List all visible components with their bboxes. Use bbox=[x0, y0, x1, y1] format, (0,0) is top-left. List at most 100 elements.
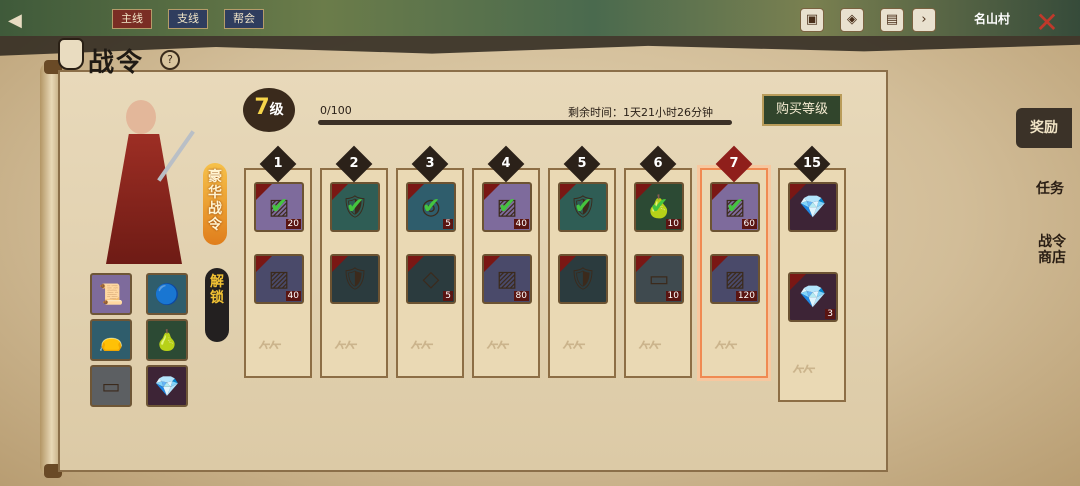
banner-icon bbox=[58, 38, 84, 70]
level-marker-number: 15 bbox=[802, 156, 822, 171]
ingot-icon[interactable]: ▭ bbox=[90, 365, 132, 407]
crystal-icon[interactable]: 💎 bbox=[146, 365, 188, 407]
top-game-strip: ◀ 主线 支线 帮会 ▣ ◈ ▤ › 名山村 ✕ bbox=[0, 0, 1080, 37]
chevron-right-icon[interactable]: › bbox=[912, 8, 936, 32]
level-marker-number: 2 bbox=[349, 156, 359, 171]
reward-column: ▨ ✔ 20 ▨ 40 ⺮ bbox=[244, 168, 312, 378]
tab-main-quest[interactable]: 主线 bbox=[112, 9, 152, 29]
premium-reward-slot[interactable]: 🛡 bbox=[330, 254, 380, 304]
reward-quantity: 5 bbox=[443, 219, 453, 229]
amulet-icon[interactable]: 🔵 bbox=[146, 273, 188, 315]
level-marker: 5 bbox=[563, 145, 601, 183]
page-title: 战令 bbox=[88, 48, 145, 78]
pouch-icon[interactable]: 👝 bbox=[90, 319, 132, 361]
free-reward-slot[interactable]: ◎ ✔ 5 bbox=[406, 182, 456, 232]
bound-tag bbox=[560, 256, 576, 272]
bamboo-decoration: ⺮ bbox=[792, 363, 816, 391]
check-icon: ✔ bbox=[574, 194, 593, 219]
level-marker: 7 bbox=[715, 145, 753, 183]
luxury-pass-badge[interactable]: 豪华战令 bbox=[203, 163, 227, 245]
premium-reward-slot[interactable]: 🛡 bbox=[558, 254, 608, 304]
bamboo-decoration: ⺮ bbox=[258, 339, 282, 367]
level-unit: 级 bbox=[269, 102, 284, 118]
bamboo-decoration: ⺮ bbox=[714, 339, 738, 367]
premium-reward-slot[interactable]: ▨ 120 bbox=[710, 254, 760, 304]
premium-reward-slot[interactable]: ▨ 80 bbox=[482, 254, 532, 304]
reward-quantity: 10 bbox=[665, 219, 681, 229]
level-marker: 15 bbox=[793, 145, 831, 183]
level-marker-number: 7 bbox=[729, 156, 739, 171]
level-marker-number: 4 bbox=[501, 156, 511, 171]
premium-reward-slot[interactable]: ◇ 5 bbox=[406, 254, 456, 304]
reward-quantity: 40 bbox=[285, 291, 301, 301]
check-icon: ✔ bbox=[726, 194, 745, 219]
bound-tag bbox=[256, 256, 272, 272]
scroll-icon[interactable]: 📜 bbox=[90, 273, 132, 315]
check-icon: ✔ bbox=[498, 194, 517, 219]
reward-column: ▨ ✔ 60 ▨ 120 ⺮ bbox=[700, 168, 768, 378]
reward-quantity: 20 bbox=[285, 219, 301, 229]
bound-tag bbox=[790, 274, 806, 290]
reward-column: ▨ ✔ 40 ▨ 80 ⺮ bbox=[472, 168, 540, 378]
back-arrow-icon[interactable]: ◀ bbox=[8, 10, 22, 31]
shop-icon[interactable]: ▣ bbox=[800, 8, 824, 32]
tab-tasks[interactable]: 任务 bbox=[1020, 178, 1080, 198]
level-marker-number: 6 bbox=[653, 156, 663, 171]
bound-tag bbox=[332, 256, 348, 272]
scroll-menu-icon[interactable]: ▤ bbox=[880, 8, 904, 32]
level-marker: 3 bbox=[411, 145, 449, 183]
unlock-button[interactable]: 解锁 bbox=[205, 268, 229, 342]
level-marker: 1 bbox=[259, 145, 297, 183]
check-icon: ✔ bbox=[346, 194, 365, 219]
reward-quantity: 10 bbox=[665, 291, 681, 301]
free-reward-slot[interactable]: ▨ ✔ 20 bbox=[254, 182, 304, 232]
reward-column: 🍐 ✔ 10 ▭ 10 ⺮ bbox=[624, 168, 692, 378]
reward-column: 🛡 ✔ 🛡 ⺮ bbox=[548, 168, 616, 378]
tab-rewards[interactable]: 奖励 bbox=[1016, 108, 1072, 148]
progress-bar bbox=[318, 120, 732, 125]
tab-side-quest[interactable]: 支线 bbox=[168, 9, 208, 29]
free-reward-slot[interactable]: 🍐 ✔ 10 bbox=[634, 182, 684, 232]
premium-reward-slot[interactable]: ▨ 40 bbox=[254, 254, 304, 304]
gourd-icon[interactable]: 🍐 bbox=[146, 319, 188, 361]
bamboo-decoration: ⺮ bbox=[334, 339, 358, 367]
progress-text: 0/100 bbox=[320, 104, 352, 117]
close-icon[interactable]: ✕ bbox=[1034, 9, 1060, 37]
check-icon: ✔ bbox=[270, 194, 289, 219]
bag-icon[interactable]: ◈ bbox=[840, 8, 864, 32]
level-marker-number: 5 bbox=[577, 156, 587, 171]
free-reward-slot[interactable]: 🛡 ✔ bbox=[330, 182, 380, 232]
free-reward-slot[interactable]: ▨ ✔ 40 bbox=[482, 182, 532, 232]
village-name: 名山村 bbox=[973, 12, 1010, 26]
free-reward-slot[interactable]: 🛡 ✔ bbox=[558, 182, 608, 232]
level-marker: 2 bbox=[335, 145, 373, 183]
bound-tag bbox=[636, 256, 652, 272]
buy-level-button[interactable]: 购买等级 bbox=[762, 94, 842, 126]
level-badge: 7级 bbox=[243, 88, 295, 132]
reward-quantity: 120 bbox=[735, 291, 757, 301]
level-number: 7 bbox=[254, 95, 270, 120]
tab-guild[interactable]: 帮会 bbox=[224, 9, 264, 29]
reward-quantity: 40 bbox=[513, 219, 529, 229]
premium-reward-slot[interactable]: ▭ 10 bbox=[634, 254, 684, 304]
bamboo-decoration: ⺮ bbox=[486, 339, 510, 367]
tab-pass-shop[interactable]: 战令商店 bbox=[1032, 234, 1072, 266]
free-reward-slot[interactable]: 💎 bbox=[788, 182, 838, 232]
bound-tag bbox=[408, 256, 424, 272]
bound-tag bbox=[790, 184, 806, 200]
free-reward-slot[interactable]: ▨ ✔ 60 bbox=[710, 182, 760, 232]
hero-portrait bbox=[82, 96, 202, 266]
reward-quantity: 60 bbox=[741, 219, 757, 229]
premium-reward-slot[interactable]: 💎 3 bbox=[788, 272, 838, 322]
level-marker-number: 1 bbox=[273, 156, 283, 171]
remaining-time: 剩余时间：1天21小时26分钟 bbox=[568, 106, 713, 119]
reward-column: ◎ ✔ 5 ◇ 5 ⺮ bbox=[396, 168, 464, 378]
check-icon: ✔ bbox=[422, 194, 441, 219]
reward-quantity: 80 bbox=[513, 291, 529, 301]
level-marker: 4 bbox=[487, 145, 525, 183]
check-icon: ✔ bbox=[650, 194, 669, 219]
reward-quantity: 5 bbox=[443, 291, 453, 301]
help-icon[interactable]: ? bbox=[160, 50, 180, 70]
reward-quantity: 3 bbox=[825, 309, 835, 319]
reward-column: 💎 💎 3 ⺮ bbox=[778, 168, 846, 402]
